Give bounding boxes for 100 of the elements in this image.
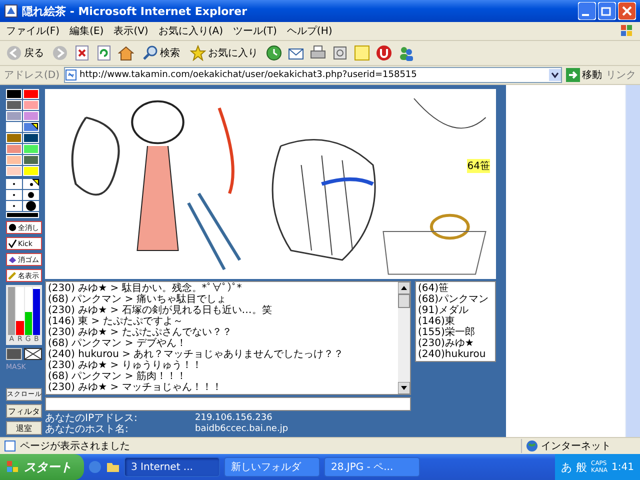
color-swatch[interactable] [6, 144, 22, 154]
color-swatch[interactable] [23, 166, 39, 176]
taskbar-button[interactable]: 3 Internet ... [124, 457, 220, 477]
user-entry: (230)みゆ★ [418, 338, 475, 349]
windows-logo-icon [620, 24, 634, 38]
color-level-bar[interactable] [24, 312, 32, 335]
chat-input[interactable] [45, 397, 411, 411]
restore-icon[interactable] [598, 2, 616, 20]
color-level-bar[interactable] [16, 320, 24, 335]
info-label: あなたのIPアドレス: [45, 413, 138, 424]
dropdown-caret-icon[interactable] [549, 69, 561, 81]
color-swatch[interactable] [6, 155, 22, 165]
chat-message: (68) パンクマン > 筋肉！！！ [48, 371, 188, 382]
chat-message: (230) みゆ★ > 石塚の剣が見れる日も近い…。笑 [48, 305, 273, 316]
taskbar-button[interactable]: 新しいフォルダ [224, 457, 320, 477]
search-button[interactable]: 検索 [140, 44, 182, 62]
check-icon [8, 239, 17, 248]
star-icon [190, 45, 206, 61]
home-icon[interactable] [118, 45, 134, 61]
favorites-button[interactable]: お気に入り [188, 44, 260, 62]
pencil-icon [8, 271, 17, 280]
chat-message: (230) みゆ★ > 駄目かい。残念。*ﾟ∀ﾟ)ﾟ* [48, 283, 243, 294]
go-button[interactable]: 移動 [566, 68, 602, 82]
menu-item[interactable]: ツール(T) [233, 24, 277, 38]
color-swatch[interactable] [6, 111, 22, 121]
menu-item[interactable]: ファイル(F) [6, 24, 60, 38]
chat-message: (230) みゆ★ > たぷたぷさんでない？？ [48, 327, 233, 338]
user-entry: (64)笹 [418, 283, 450, 294]
back-button[interactable]: 戻る [4, 44, 46, 62]
chat-message: (146) 東 > たぷたぷですよ～ [48, 316, 184, 327]
scroll-down-icon[interactable] [398, 382, 410, 394]
color-level-bar[interactable] [32, 289, 40, 335]
circle-logo-icon[interactable] [376, 45, 392, 61]
page-scrollbar[interactable] [625, 85, 640, 437]
info-value: baidb6ccec.bai.ne.jp [195, 424, 288, 435]
color-swatch[interactable] [23, 144, 39, 154]
chat-message: (68) パンクマン > 痛いちゃ駄目でしょ [48, 294, 226, 305]
color-swatch[interactable] [6, 89, 22, 99]
menu-item[interactable]: 表示(V) [114, 24, 148, 38]
pen-size-button[interactable] [23, 179, 39, 189]
color-swatch[interactable] [23, 111, 39, 121]
color-level-bar[interactable] [8, 287, 16, 335]
user-entry: (155)栄一郎 [418, 327, 476, 338]
leave-button[interactable]: 退室 [6, 421, 42, 435]
line-width-bar[interactable] [6, 212, 39, 218]
page-icon [4, 440, 16, 452]
browser-icon [4, 4, 18, 18]
color-swatch[interactable] [23, 155, 39, 165]
eraser-icon [8, 255, 17, 264]
taskbar-button[interactable]: 28.JPG - ペ... [324, 457, 420, 477]
color-swatch[interactable] [23, 122, 39, 132]
color-swatch[interactable] [6, 166, 22, 176]
info-value: 219.106.156.236 [195, 413, 272, 424]
pen-size-button[interactable] [23, 190, 39, 200]
color-swatch[interactable] [23, 133, 39, 143]
pen-size-button[interactable] [23, 201, 39, 211]
filter-button[interactable]: フィルタ [6, 404, 42, 418]
user-entry: (68)パンクマン [418, 294, 490, 305]
address-field[interactable]: http://www.takamin.com/oekakichat/user/oekakichat3.php?userid=158515 [64, 67, 562, 83]
stop-icon[interactable] [74, 45, 90, 61]
user-entry: (91)メダル [418, 305, 470, 316]
menu-item[interactable]: 編集(E) [70, 24, 104, 38]
people-icon[interactable] [398, 45, 414, 61]
links-label[interactable]: リンク [606, 68, 636, 82]
search-icon [142, 45, 158, 61]
window-title: 隠れ絵茶 - Microsoft Internet Explorer [22, 4, 248, 18]
chat-message: (68) パンクマン > デブやん！ [48, 338, 188, 349]
address-label: アドレス(D) [4, 69, 60, 82]
refresh-icon[interactable] [96, 45, 112, 61]
page-icon [64, 69, 77, 81]
menu-item[interactable]: ヘルプ(H) [286, 24, 332, 38]
user-entry: (146)東 [418, 316, 456, 327]
zone-text: インターネット [541, 440, 611, 453]
chat-message: (240) hukurou > あれ？マッチョじゃありませんでしたっけ？？ [48, 349, 345, 360]
drawing-canvas[interactable]: 64笹 [45, 89, 496, 279]
color-swatch[interactable] [6, 100, 22, 110]
color-swatch[interactable] [23, 100, 39, 110]
mask-color-button[interactable] [6, 348, 22, 360]
chat-message: (230) みゆ★ > マッチョじゃん！！！ [48, 382, 223, 393]
go-arrow-icon [566, 68, 580, 82]
folder-icon[interactable] [106, 460, 120, 474]
scroll-thumb[interactable] [398, 294, 410, 308]
color-swatch[interactable] [6, 122, 22, 132]
user-name-tag: 64笹 [467, 159, 490, 173]
print-icon[interactable] [310, 45, 326, 61]
mask-off-icon[interactable] [24, 348, 42, 360]
history-icon[interactable] [266, 45, 282, 61]
note-icon[interactable] [354, 45, 370, 61]
scroll-up-icon[interactable] [398, 282, 410, 294]
close-icon[interactable] [618, 2, 636, 20]
frame-icon[interactable] [332, 45, 348, 61]
windows-logo-icon [6, 460, 20, 474]
status-text: ページが表示されました [20, 440, 130, 453]
color-swatch[interactable] [23, 89, 39, 99]
dot-icon [8, 223, 17, 232]
minimize-icon[interactable] [578, 2, 596, 20]
globe-icon [526, 440, 538, 452]
user-entry: (240)hukurou [418, 349, 487, 360]
menu-item[interactable]: お気に入り(A) [158, 24, 223, 38]
color-swatch[interactable] [6, 133, 22, 143]
